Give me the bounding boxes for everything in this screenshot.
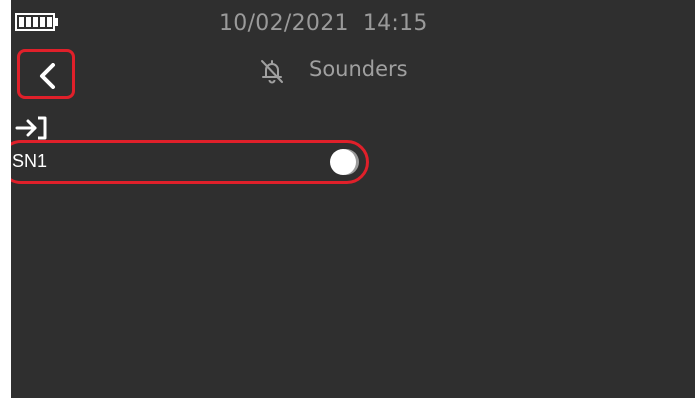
sounder-label: SN1 bbox=[12, 151, 48, 171]
status-date: 10/02/2021 bbox=[219, 11, 349, 36]
sounder-toggle[interactable] bbox=[330, 149, 356, 175]
chevron-left-icon bbox=[40, 63, 55, 89]
device-screen: 10/02/2021 14:15 Sounders SN1 bbox=[11, 0, 695, 398]
sounder-row-sn1[interactable]: SN1 bbox=[11, 140, 369, 184]
bell-off-icon bbox=[261, 60, 283, 84]
status-time: 14:15 bbox=[362, 11, 428, 36]
status-datetime: 10/02/2021 14:15 bbox=[219, 11, 428, 36]
login-arrow-icon[interactable] bbox=[15, 114, 49, 142]
battery-full-icon bbox=[15, 13, 58, 31]
back-button[interactable] bbox=[17, 49, 75, 99]
page-title: Sounders bbox=[309, 57, 408, 81]
